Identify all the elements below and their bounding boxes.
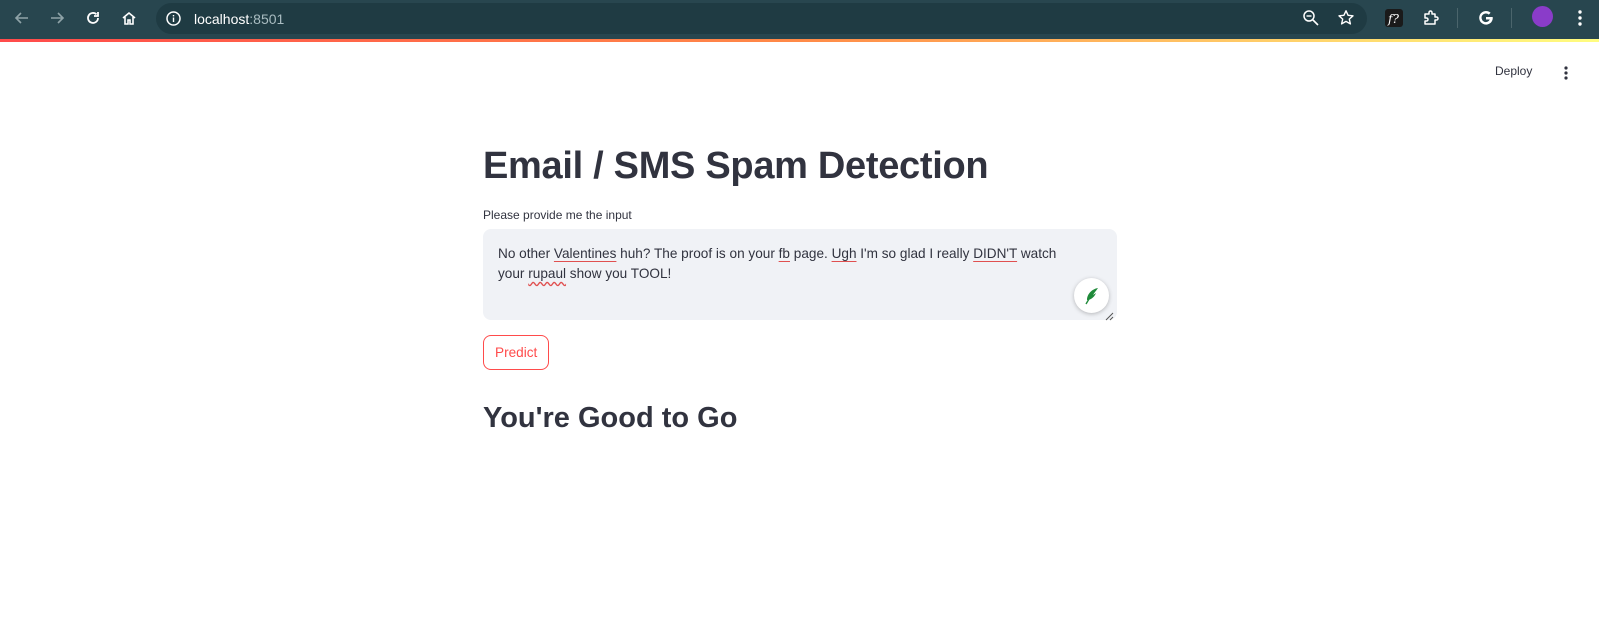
- text-segment: show you TOOL!: [566, 266, 672, 281]
- text-segment: huh? The proof is on your: [616, 246, 779, 261]
- spellcheck-word: fb: [778, 246, 790, 261]
- deploy-button[interactable]: Deploy: [1495, 64, 1532, 78]
- text-segment: page.: [789, 246, 832, 261]
- resize-handle-icon[interactable]: [1105, 308, 1114, 321]
- spellcheck-word: DIDN'T: [973, 246, 1018, 261]
- puzzle-icon[interactable]: [1419, 6, 1443, 30]
- back-icon[interactable]: [10, 6, 34, 30]
- star-icon[interactable]: [1337, 9, 1355, 27]
- url-port: :8501: [249, 11, 285, 27]
- predict-button[interactable]: Predict: [483, 335, 550, 370]
- home-icon[interactable]: [117, 6, 141, 30]
- forward-icon[interactable]: [45, 6, 69, 30]
- profile-avatar[interactable]: [1532, 6, 1553, 27]
- textarea-value[interactable]: No other Valentines huh? The proof is on…: [498, 244, 1078, 284]
- toolbar-divider: [1457, 8, 1458, 28]
- streamlit-decoration-bar: [0, 39, 1599, 42]
- address-bar[interactable]: localhost:8501: [156, 3, 1367, 34]
- message-textarea[interactable]: No other Valentines huh? The proof is on…: [483, 229, 1117, 321]
- input-label: Please provide me the input: [483, 208, 632, 222]
- svg-text:f?: f?: [1387, 12, 1399, 26]
- page-title: Email / SMS Spam Detection: [483, 145, 989, 187]
- zoom-icon[interactable]: [1302, 9, 1320, 27]
- text-segment: I'm so glad I really: [856, 246, 974, 261]
- main-menu-icon[interactable]: [1559, 64, 1573, 82]
- google-icon[interactable]: [1474, 6, 1498, 30]
- spellcheck-word: Ugh: [831, 246, 857, 261]
- spellcheck-word: Valentines: [553, 246, 617, 261]
- main-block: Email / SMS Spam Detection Please provid…: [483, 140, 1117, 438]
- reload-icon[interactable]: [81, 6, 105, 30]
- prediction-result: You're Good to Go: [483, 402, 738, 434]
- url-host: localhost: [194, 11, 250, 27]
- extension-fx-icon[interactable]: f?: [1382, 6, 1406, 30]
- feather-icon[interactable]: [1074, 278, 1109, 313]
- misspelled-word: rupaul: [528, 266, 567, 281]
- url-text: localhost:8501: [194, 11, 284, 27]
- menu-icon[interactable]: [1568, 6, 1592, 30]
- toolbar-divider: [1511, 8, 1512, 28]
- info-icon[interactable]: [165, 10, 182, 27]
- text-segment: No other: [498, 246, 554, 261]
- browser-toolbar: localhost:8501 f?: [0, 0, 1599, 39]
